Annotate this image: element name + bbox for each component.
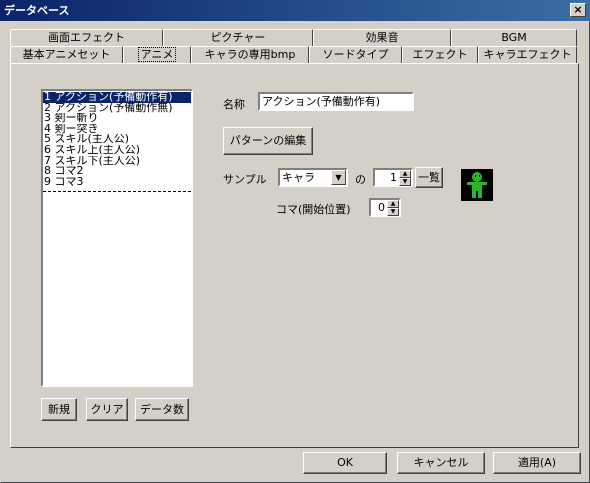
data-count-button[interactable]: データ数 <box>135 398 189 421</box>
tab-sound-effect[interactable]: 効果音 <box>313 29 451 46</box>
list-item[interactable]: 2 アクション(予備動作無) <box>43 103 191 114</box>
index-value: 1 <box>390 171 397 184</box>
close-button[interactable]: × <box>570 3 586 17</box>
tab-effect[interactable]: エフェクト <box>402 46 478 63</box>
tab-chara-effect[interactable]: キャラエフェクト <box>478 46 577 63</box>
apply-button[interactable]: 適用(A) <box>493 452 581 474</box>
tab-row-front: 基本アニメセット アニメ キャラの専用bmp ソードタイプ エフェクト キャラエ… <box>10 46 577 63</box>
tab-chara-bmp[interactable]: キャラの専用bmp <box>191 46 309 63</box>
list-item[interactable]: 5 スキル(主人公) <box>43 134 191 145</box>
list-item[interactable]: 1 アクション(予備動作有) <box>43 92 191 103</box>
ok-button[interactable]: OK <box>303 452 387 474</box>
tab-sword-type[interactable]: ソードタイプ <box>309 46 402 63</box>
no-label: の <box>355 173 366 186</box>
list-item[interactable]: 9 コマ3 <box>43 177 191 188</box>
tab-panel: 1 アクション(予備動作有) 2 アクション(予備動作無) 3 剣ー斬り 4 剣… <box>10 63 579 448</box>
sample-select-value: キャラ <box>282 171 315 184</box>
list-view-button[interactable]: 一覧 <box>415 167 443 188</box>
list-end-separator <box>43 191 191 193</box>
spin-up-icon[interactable]: ▲ <box>399 170 411 178</box>
tab-screen-effect[interactable]: 画面エフェクト <box>10 29 163 46</box>
clear-button[interactable]: クリア <box>86 398 128 421</box>
sprite-preview <box>461 169 493 201</box>
character-sprite-icon <box>467 172 487 198</box>
list-item[interactable]: 8 コマ2 <box>43 166 191 177</box>
window-titlebar: データベース × <box>0 0 590 21</box>
frame-value: 0 <box>378 201 385 214</box>
list-item[interactable]: 4 剣ー突き <box>43 124 191 135</box>
name-label: 名称 <box>223 98 245 111</box>
tab-picture[interactable]: ピクチャー <box>163 29 313 46</box>
tab-anime[interactable]: アニメ <box>123 46 191 63</box>
tab-row-back: 画面エフェクト ピクチャー 効果音 BGM <box>10 29 577 46</box>
new-button[interactable]: 新規 <box>41 398 77 421</box>
list-item[interactable]: 6 スキル上(主人公) <box>43 145 191 156</box>
frame-spinner[interactable]: 0 ▲ ▼ <box>369 198 401 217</box>
frame-label: コマ(開始位置) <box>276 203 351 216</box>
index-spinner[interactable]: 1 ▲ ▼ <box>373 168 413 187</box>
name-field[interactable]: アクション(予備動作有) <box>258 92 414 111</box>
list-item[interactable]: 3 剣ー斬り <box>43 113 191 124</box>
cancel-button[interactable]: キャンセル <box>397 452 485 474</box>
edit-pattern-button[interactable]: パターンの編集 <box>223 127 313 155</box>
anime-listbox[interactable]: 1 アクション(予備動作有) 2 アクション(予備動作無) 3 剣ー斬り 4 剣… <box>41 89 193 387</box>
spin-down-icon[interactable]: ▼ <box>387 208 399 216</box>
spin-up-icon[interactable]: ▲ <box>387 200 399 208</box>
list-item[interactable]: 7 スキル下(主人公) <box>43 156 191 167</box>
spin-down-icon[interactable]: ▼ <box>399 178 411 186</box>
sample-label: サンプル <box>223 173 267 186</box>
sample-select[interactable]: キャラ ▼ <box>278 168 348 187</box>
tab-basic-anim-set[interactable]: 基本アニメセット <box>10 46 123 63</box>
window-title: データベース <box>4 4 70 17</box>
tab-bgm[interactable]: BGM <box>451 29 577 46</box>
chevron-down-icon[interactable]: ▼ <box>331 170 346 185</box>
